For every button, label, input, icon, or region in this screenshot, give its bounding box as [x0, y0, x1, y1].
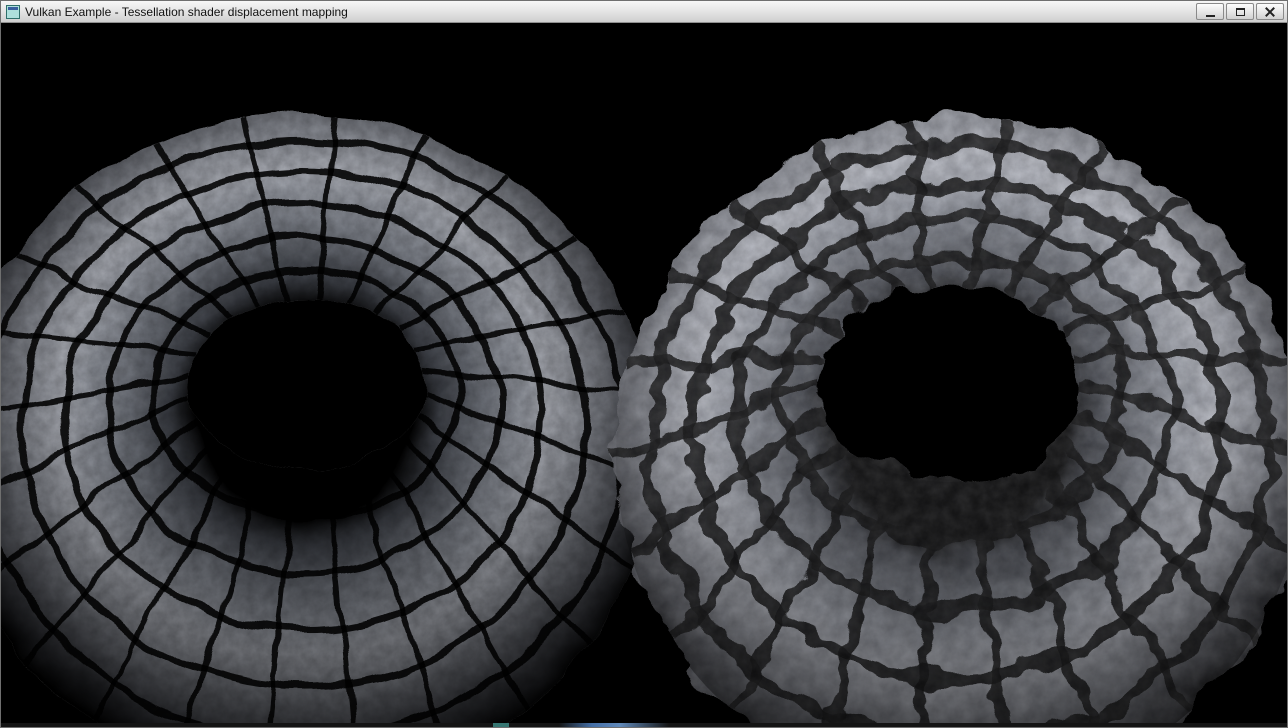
taskbar-peek-teal — [493, 723, 509, 727]
tessellation-scene — [1, 23, 1287, 723]
maximize-button[interactable] — [1226, 3, 1254, 20]
close-button[interactable] — [1256, 3, 1284, 20]
window-title: Vulkan Example - Tessellation shader dis… — [25, 1, 348, 23]
minimize-button[interactable] — [1196, 3, 1224, 20]
render-viewport[interactable] — [1, 23, 1287, 723]
window-controls — [1196, 3, 1284, 20]
minimize-icon — [1206, 15, 1215, 17]
vulkan-example-window: Vulkan Example - Tessellation shader dis… — [0, 0, 1288, 728]
maximize-icon — [1236, 8, 1245, 16]
close-icon — [1265, 7, 1275, 17]
bottom-edge — [1, 723, 1287, 727]
vulkan-app-icon — [6, 5, 20, 19]
titlebar[interactable]: Vulkan Example - Tessellation shader dis… — [1, 1, 1287, 23]
taskbar-peek-blue — [559, 723, 669, 727]
